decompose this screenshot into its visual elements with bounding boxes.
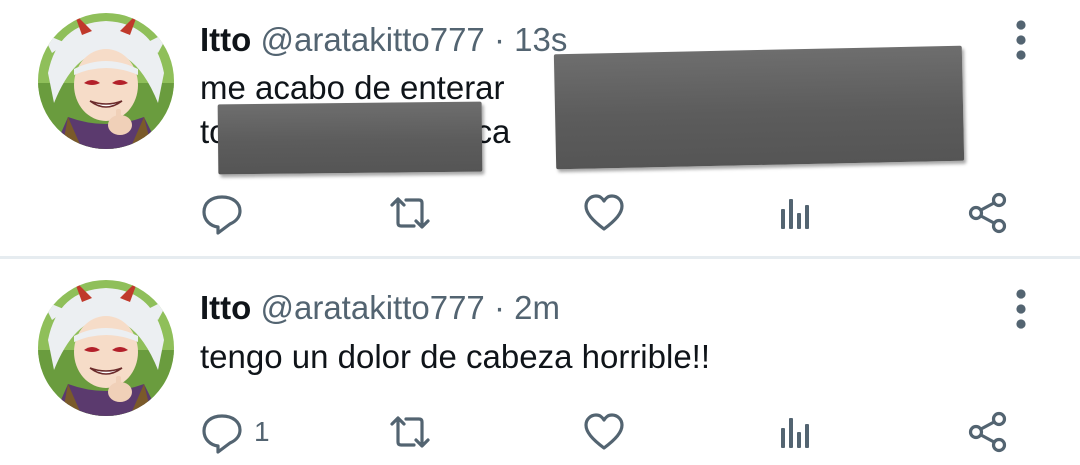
avatar[interactable] [38,13,174,149]
analytics-button[interactable] [776,407,816,457]
heart-icon [582,410,626,454]
separator: · [493,289,505,326]
tweet[interactable]: Itto @aratakitto777 · 2m tengo un dolor … [0,259,1080,465]
tweet-actions: 1 [0,407,1080,457]
timestamp[interactable]: 13s [514,21,567,58]
share-icon [966,410,1010,454]
itto-avatar-icon [38,13,174,149]
timestamp[interactable]: 2m [514,289,560,326]
analytics-button[interactable] [776,188,816,238]
retweet-icon [386,410,434,454]
share-icon [966,191,1010,235]
share-button[interactable] [966,407,1010,457]
more-vertical-icon[interactable] [1004,287,1038,331]
tweet[interactable]: Itto @aratakitto777 · 13s me acabo de en… [0,0,1080,256]
reply-icon [200,410,244,454]
user-handle[interactable]: @aratakitto777 [260,21,484,58]
redaction-box [553,45,965,170]
reply-button[interactable]: 1 [200,407,270,457]
tweet-text-line: tengo un dolor de cabeza horrible!! [200,338,711,375]
retweet-button[interactable] [386,407,434,457]
avatar[interactable] [38,280,174,416]
analytics-icon [776,191,816,235]
reply-count: 1 [254,416,270,447]
more-vertical-icon[interactable] [1004,18,1038,62]
display-name[interactable]: Itto [200,21,251,58]
separator: · [493,21,505,58]
display-name[interactable]: Itto [200,289,251,326]
itto-avatar-icon [38,280,174,416]
share-button[interactable] [966,188,1010,238]
analytics-icon [776,410,816,454]
like-button[interactable] [582,188,626,238]
user-handle[interactable]: @aratakitto777 [260,289,484,326]
reply-button[interactable] [200,188,254,238]
redaction-box [217,101,483,175]
retweet-icon [386,191,434,235]
tweet-actions [0,188,1080,238]
tweet-header: Itto @aratakitto777 · 2m [200,288,560,328]
reply-icon [200,191,244,235]
retweet-button[interactable] [386,188,434,238]
like-button[interactable] [582,407,626,457]
tweet-header: Itto @aratakitto777 · 13s [200,20,567,60]
heart-icon [582,191,626,235]
